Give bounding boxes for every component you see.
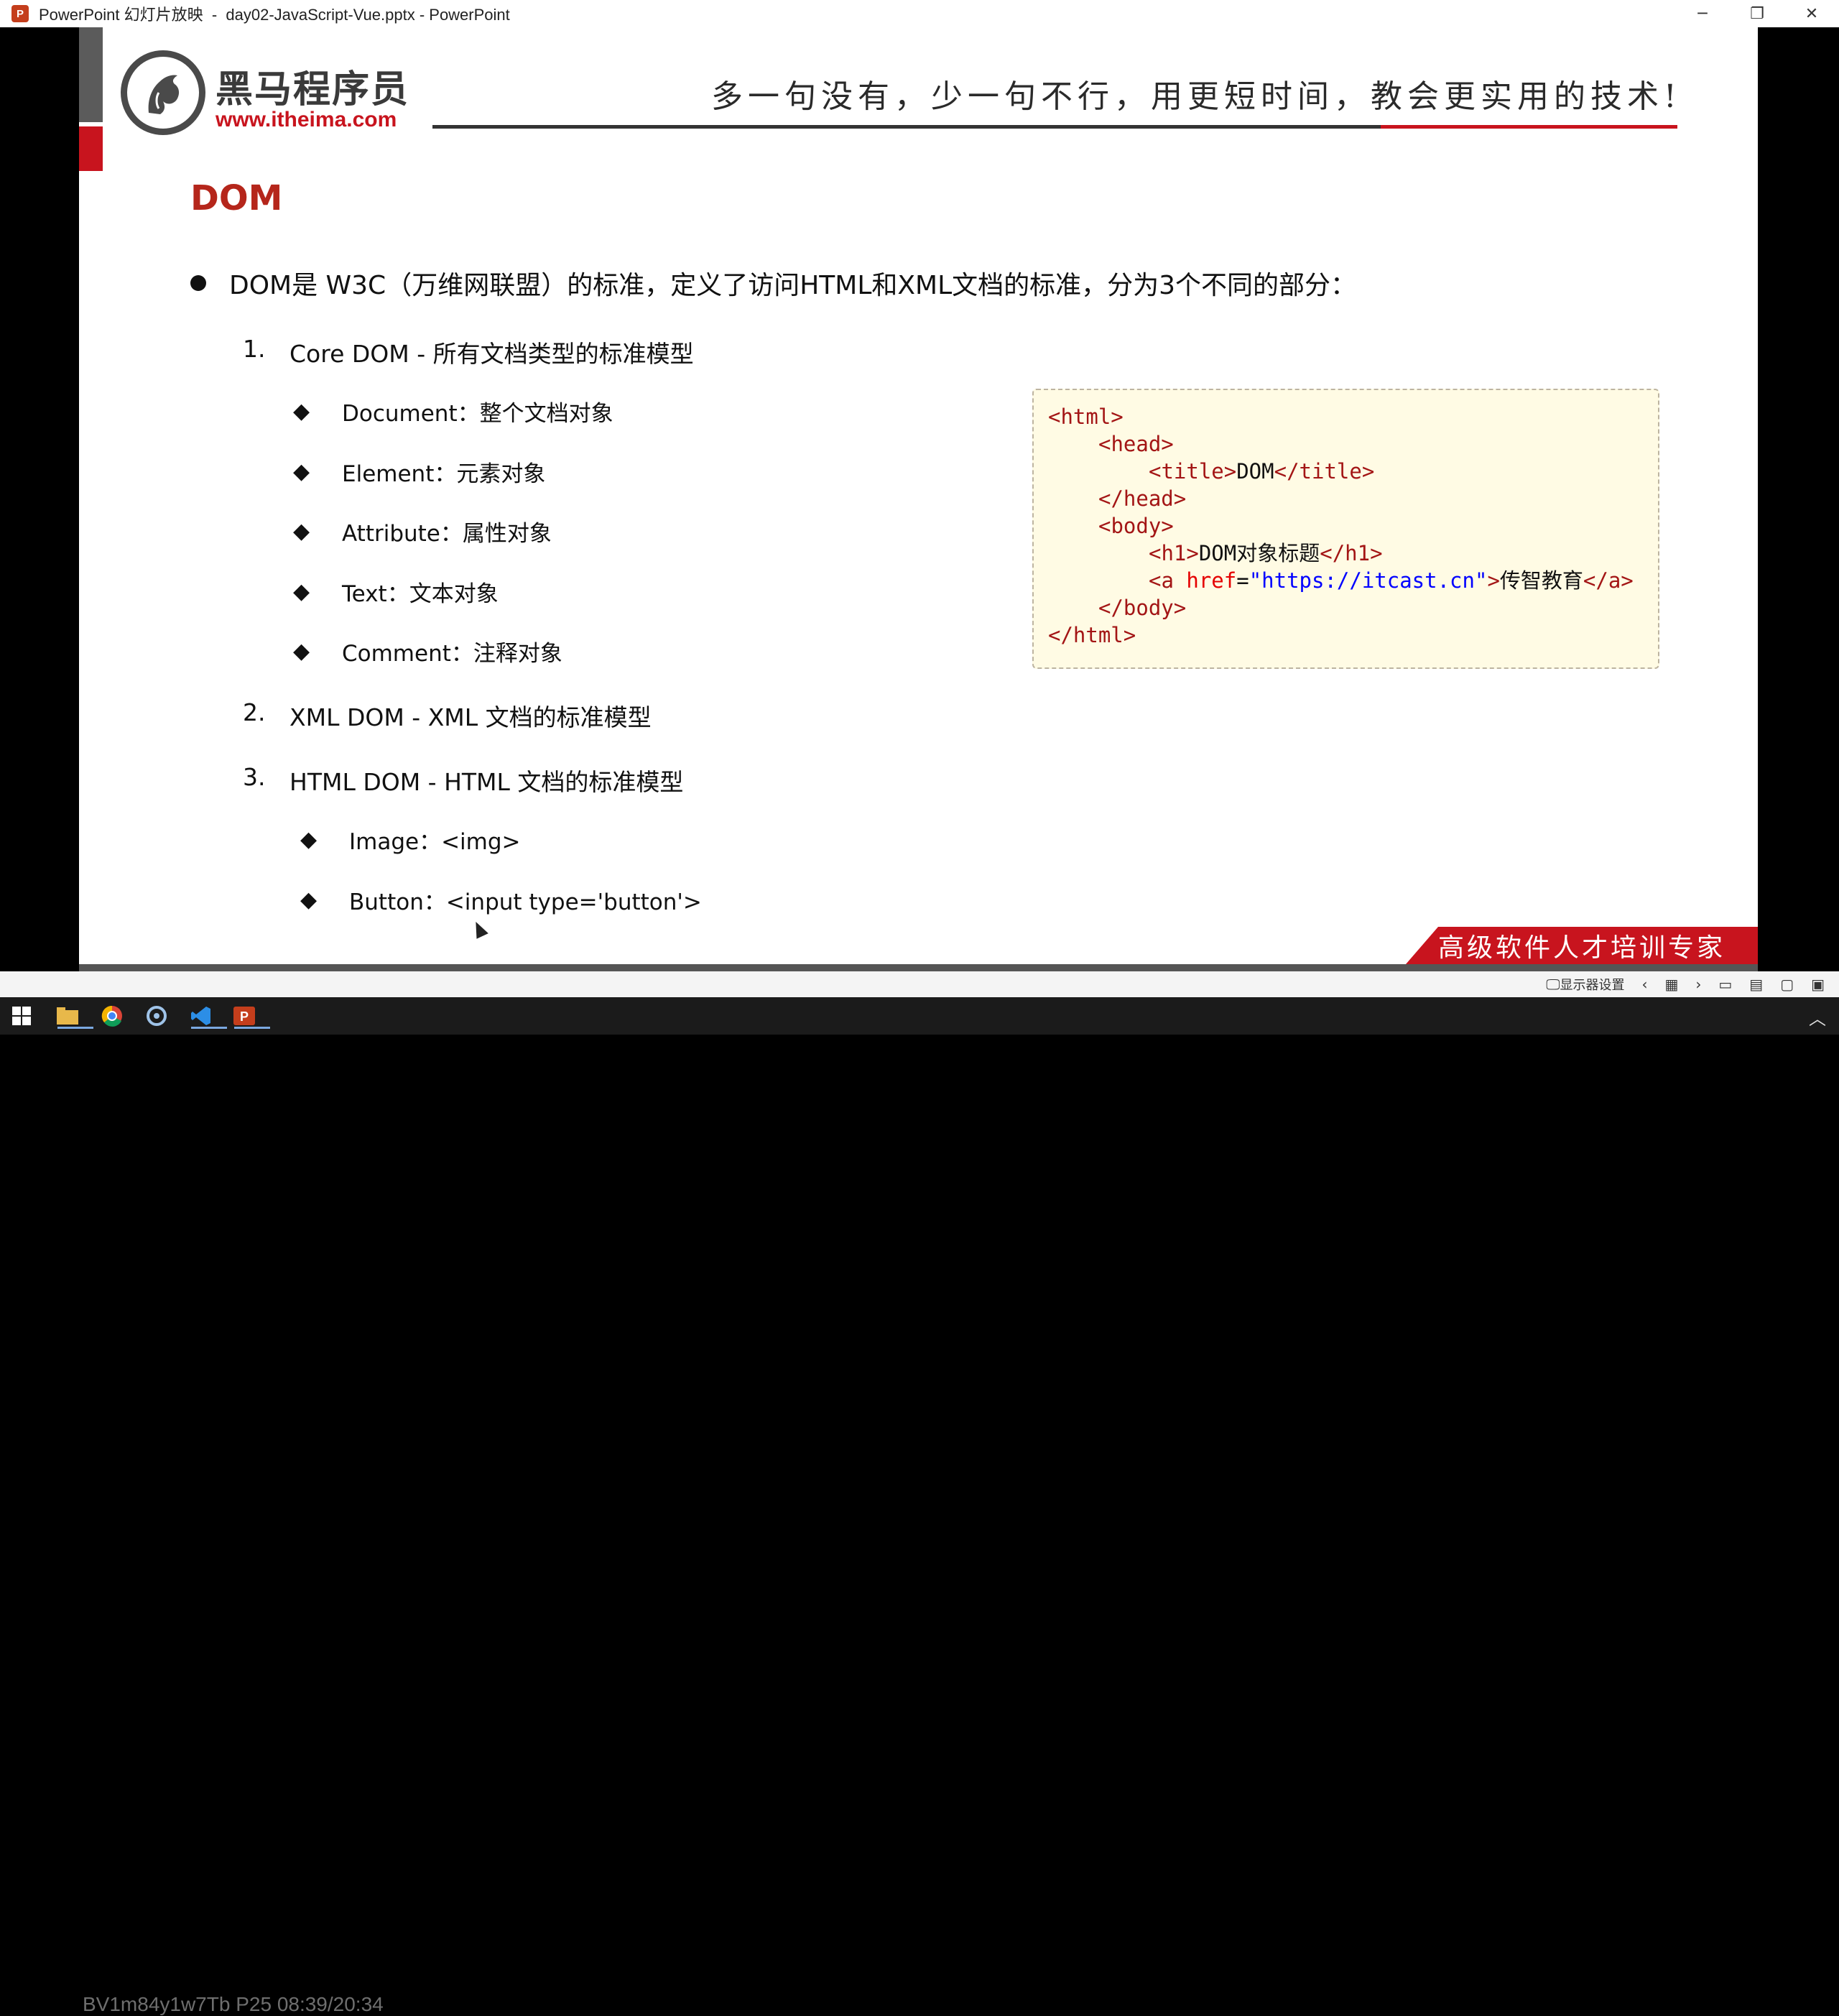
window-titlebar: P PowerPoint 幻灯片放映 - day02-JavaScript-Vu… [0,0,1839,27]
list-label: Core DOM - 所有文档类型的标准模型 [289,340,694,368]
horse-icon-graphic [148,75,180,114]
brand-logo: 黑马程序员 www.itheima.com [121,50,408,144]
slide-canvas[interactable]: 黑马程序员 www.itheima.com 多一句没有，少一句不行，用更短时间，… [79,27,1758,964]
header-rule-dark [432,125,1381,129]
list-number: 2. [243,698,266,726]
monitor-icon[interactable]: 🖵 [1546,976,1560,993]
snipping-tool-icon[interactable] [144,1003,170,1029]
diamond-bullet-icon: ◆ [300,887,318,912]
active-indicator [57,1027,93,1029]
reading-view-icon[interactable]: ▢ [1780,976,1794,993]
code-line: </head> [1098,486,1187,511]
decor-bar-red [79,126,103,171]
powerpoint-icon: P [11,5,29,22]
sub-item-button: ◆ Button：<input type='button'> [300,884,702,916]
sub-item-label: Text：文本对象 [342,581,499,607]
diamond-bullet-icon: ◆ [293,399,310,424]
brand-url: www.itheima.com [216,108,397,131]
sub-item-comment: ◆ Comment：注释对象 [293,635,562,667]
code-line: <h1>DOM对象标题</h1> [1149,541,1383,565]
svg-text:P: P [240,1009,249,1024]
sub-item-attribute: ◆ Attribute：属性对象 [293,515,552,547]
code-line: <html> [1048,404,1124,429]
chrome-icon[interactable] [99,1003,125,1029]
display-settings-button[interactable]: 显示器设置 [1560,975,1624,994]
bullet-dot [190,275,206,291]
normal-view-icon[interactable]: ▭ [1718,976,1732,993]
list-number: 1. [243,335,266,363]
diamond-bullet-icon: ◆ [293,459,310,484]
sub-item-element: ◆ Element：元素对象 [293,456,545,488]
video-watermark: BV1m84y1w7Tb P25 08:39/20:34 [83,1993,384,2015]
sub-item-label: Comment：注释对象 [342,641,562,667]
grid-view-icon[interactable]: ▤ [1749,976,1763,993]
decor-bar-gray [79,27,103,122]
list-label: HTML DOM - HTML 文档的标准模型 [289,768,684,796]
vscode-icon[interactable] [188,1003,227,1029]
active-indicator [234,1027,270,1029]
header-rule-red [1381,125,1677,129]
presenter-controls: 🖵 显示器设置 ‹ ▦ › ▭ ▤ ▢ ▣ [1529,971,1825,997]
sub-item-label: Image：<img> [349,829,521,855]
sub-item-image: ◆ Image：<img> [300,823,521,856]
intro-bullet: DOM是 W3C（万维网联盟）的标准，定义了访问HTML和XML文档的标准，分为… [190,264,1356,302]
diamond-bullet-icon: ◆ [293,519,310,544]
sub-item-label: Attribute：属性对象 [342,521,552,547]
code-sample-box: <html> <head> <title>DOM</title> </head>… [1032,389,1659,669]
diamond-bullet-icon: ◆ [293,639,310,664]
next-slide-button[interactable]: › [1695,976,1701,993]
code-line: <title>DOM</title> [1149,459,1375,484]
tray-chevron-icon[interactable]: ︿ [1809,1004,1826,1030]
sub-item-document: ◆ Document：整个文档对象 [293,395,613,427]
list-label: XML DOM - XML 文档的标准模型 [289,703,652,731]
slide-title: DOM [190,178,283,218]
horse-icon [121,50,205,135]
powerpoint-taskbar-icon[interactable]: P [231,1003,270,1029]
file-explorer-icon[interactable] [55,1003,93,1029]
slide-progress-strip [79,964,1758,971]
windows-taskbar: P BV1m84y1w7Tb P25 08:39/20:34 ︿ [0,997,1839,2015]
slide-sorter-icon[interactable]: ▦ [1664,976,1678,993]
presenter-controls-bar: 🖵 显示器设置 ‹ ▦ › ▭ ▤ ▢ ▣ [0,971,1839,997]
minimize-button[interactable]: ─ [1675,0,1730,27]
brand-name: 黑马程序员 [216,68,410,111]
footer-banner: 高级软件人才培训专家 [1406,927,1758,964]
code-line: </html> [1048,623,1136,647]
sub-item-label: Document：整个文档对象 [342,401,613,427]
intro-text: DOM是 W3C（万维网联盟）的标准，定义了访问HTML和XML文档的标准，分为… [229,271,1357,300]
diamond-bullet-icon: ◆ [300,827,318,852]
window-controls: ─ ❐ ✕ [1675,0,1839,27]
previous-slide-button[interactable]: ‹ [1641,976,1647,993]
sub-item-label: Button：<input type='button'> [349,889,702,915]
restore-button[interactable]: ❐ [1730,0,1784,27]
window-title: PowerPoint 幻灯片放映 - day02-JavaScript-Vue.… [39,6,510,24]
slogan: 多一句没有，少一句不行，用更短时间，教会更实用的技术! [711,78,1682,115]
list-item-core-dom: 1. Core DOM - 所有文档类型的标准模型 [243,335,694,369]
code-line: </body> [1098,596,1187,620]
diamond-bullet-icon: ◆ [293,579,310,604]
close-button[interactable]: ✕ [1784,0,1839,27]
code-line: <head> [1098,432,1174,456]
code-line: <a href="https://itcast.cn">传智教育</a> [1149,568,1634,593]
sub-item-text: ◆ Text：文本对象 [293,575,499,608]
code-line: <body> [1098,514,1174,538]
slideshow-icon[interactable]: ▣ [1811,976,1825,993]
active-indicator [191,1027,227,1029]
list-item-xml-dom: 2. XML DOM - XML 文档的标准模型 [243,698,652,733]
windows-start-icon[interactable] [9,1003,34,1029]
list-number: 3. [243,763,266,791]
list-item-html-dom: 3. HTML DOM - HTML 文档的标准模型 [243,763,683,797]
sub-item-label: Element：元素对象 [342,461,546,487]
